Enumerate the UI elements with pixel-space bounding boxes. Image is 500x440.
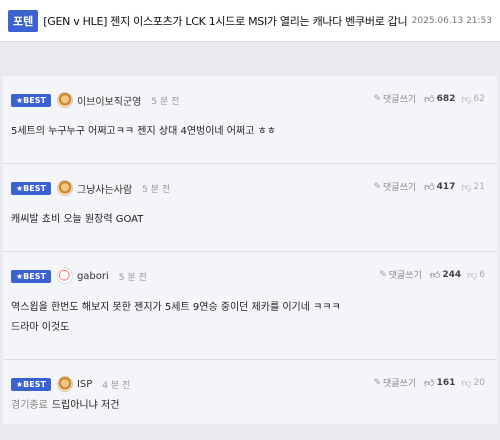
thumbs-up-icon[interactable]: 👍︎ [424,181,434,193]
pencil-icon[interactable]: ✎ [373,378,381,388]
dislike-count: 62 [473,93,485,104]
comment-item: ★BEST gabori 5 분 전 ✎ 댓글쓰기 👍︎ 244 👎︎ 6 역스… [3,252,497,360]
post-title: [GEN v HLE] 젠지 이스포츠가 LCK 1시드로 MSI가 열리는 캐… [43,14,408,28]
comment-meta: ★BEST ISP 4 분 전 [11,376,130,392]
avatar[interactable] [56,376,73,392]
like-count: 161 [436,377,456,388]
comment-nickname[interactable]: 이브이보직군영 [77,93,141,108]
comment-body: 5세트의 누구누구 어쩌고ㅋㅋ 젠지 상대 4연벙이네 어쩌고 ㅎㅎ [11,126,276,137]
like-count: 682 [436,93,456,104]
pencil-icon[interactable]: ✎ [373,182,381,192]
comment-actions: ✎ 댓글쓰기 👍︎ 682 👎︎ 62 [373,92,485,106]
reply-button[interactable]: 댓글쓰기 [383,92,416,105]
avatar[interactable] [56,180,73,196]
comment-actions: ✎ 댓글쓰기 👍︎ 244 👎︎ 6 [379,268,485,282]
comment-time: 4 분 전 [102,380,131,391]
comment-nickname[interactable]: 그냥사는사람 [77,181,132,196]
comment-meta: ★BEST gabori 5 분 전 [11,268,147,284]
best-badge: ★BEST [11,377,51,391]
comment-body-line-2: 드라마 이것도 [11,322,70,333]
best-badge: ★BEST [11,269,51,283]
comment-prefix: 경기종료 [11,400,48,411]
best-badge: ★BEST [11,181,51,195]
section-gap [0,42,500,76]
post-date: 2025.06.13 21:53 [411,15,492,26]
thumbs-up-icon[interactable]: 👍︎ [424,377,434,389]
comment-meta: ★BEST 그냥사는사람 5 분 전 [11,180,170,196]
thumbs-down-icon[interactable]: 👎︎ [467,269,477,281]
comment-item: ★BEST 이브이보직군영 5 분 전 ✎ 댓글쓰기 👍︎ 682 👎︎ 62 … [3,76,497,164]
comment-actions: ✎ 댓글쓰기 👍︎ 161 👎︎ 20 [373,376,485,390]
comment-time: 5 분 전 [142,184,171,195]
like-count: 417 [436,181,456,192]
potent-tag[interactable]: 포텐 [8,9,39,32]
post-header: 포텐 [GEN v HLE] 젠지 이스포츠가 LCK 1시드로 MSI가 열리… [0,0,500,42]
comment-item: ★BEST 그냥사는사람 5 분 전 ✎ 댓글쓰기 👍︎ 417 👎︎ 21 캐… [3,164,497,252]
reply-button[interactable]: 댓글쓰기 [389,268,422,281]
comment-body: 캐씨발 쵸비 오늘 원장력 GOAT [11,214,144,225]
thumbs-up-icon[interactable]: 👍︎ [430,269,440,281]
thumbs-down-icon[interactable]: 👎︎ [461,181,471,193]
avatar[interactable] [56,268,73,284]
dislike-count: 21 [473,181,485,192]
comment-time: 5 분 전 [151,96,180,107]
comment-body-text: 드립아니냐 저건 [51,400,120,411]
dislike-count: 20 [473,377,485,388]
like-count: 244 [442,269,462,280]
thumbs-down-icon[interactable]: 👎︎ [461,377,471,389]
best-badge: ★BEST [11,93,51,107]
comment-body: 경기종료 드립아니냐 저건 [11,394,119,418]
comment-nickname[interactable]: ISP [77,379,92,390]
comment-actions: ✎ 댓글쓰기 👍︎ 417 👎︎ 21 [373,180,485,194]
pencil-icon[interactable]: ✎ [379,270,387,280]
thumbs-up-icon[interactable]: 👍︎ [424,93,434,105]
avatar[interactable] [56,92,73,108]
reply-button[interactable]: 댓글쓰기 [383,376,416,389]
best-comment-list: ★BEST 이브이보직군영 5 분 전 ✎ 댓글쓰기 👍︎ 682 👎︎ 62 … [3,76,497,424]
comment-nickname[interactable]: gabori [77,271,109,282]
comment-time: 5 분 전 [118,272,147,283]
dislike-count: 6 [479,269,485,280]
reply-button[interactable]: 댓글쓰기 [383,180,416,193]
comment-item: ★BEST ISP 4 분 전 ✎ 댓글쓰기 👍︎ 161 👎︎ 20 경기종료… [3,360,497,424]
pencil-icon[interactable]: ✎ [373,94,381,104]
comment-meta: ★BEST 이브이보직군영 5 분 전 [11,92,179,108]
thumbs-down-icon[interactable]: 👎︎ [461,93,471,105]
